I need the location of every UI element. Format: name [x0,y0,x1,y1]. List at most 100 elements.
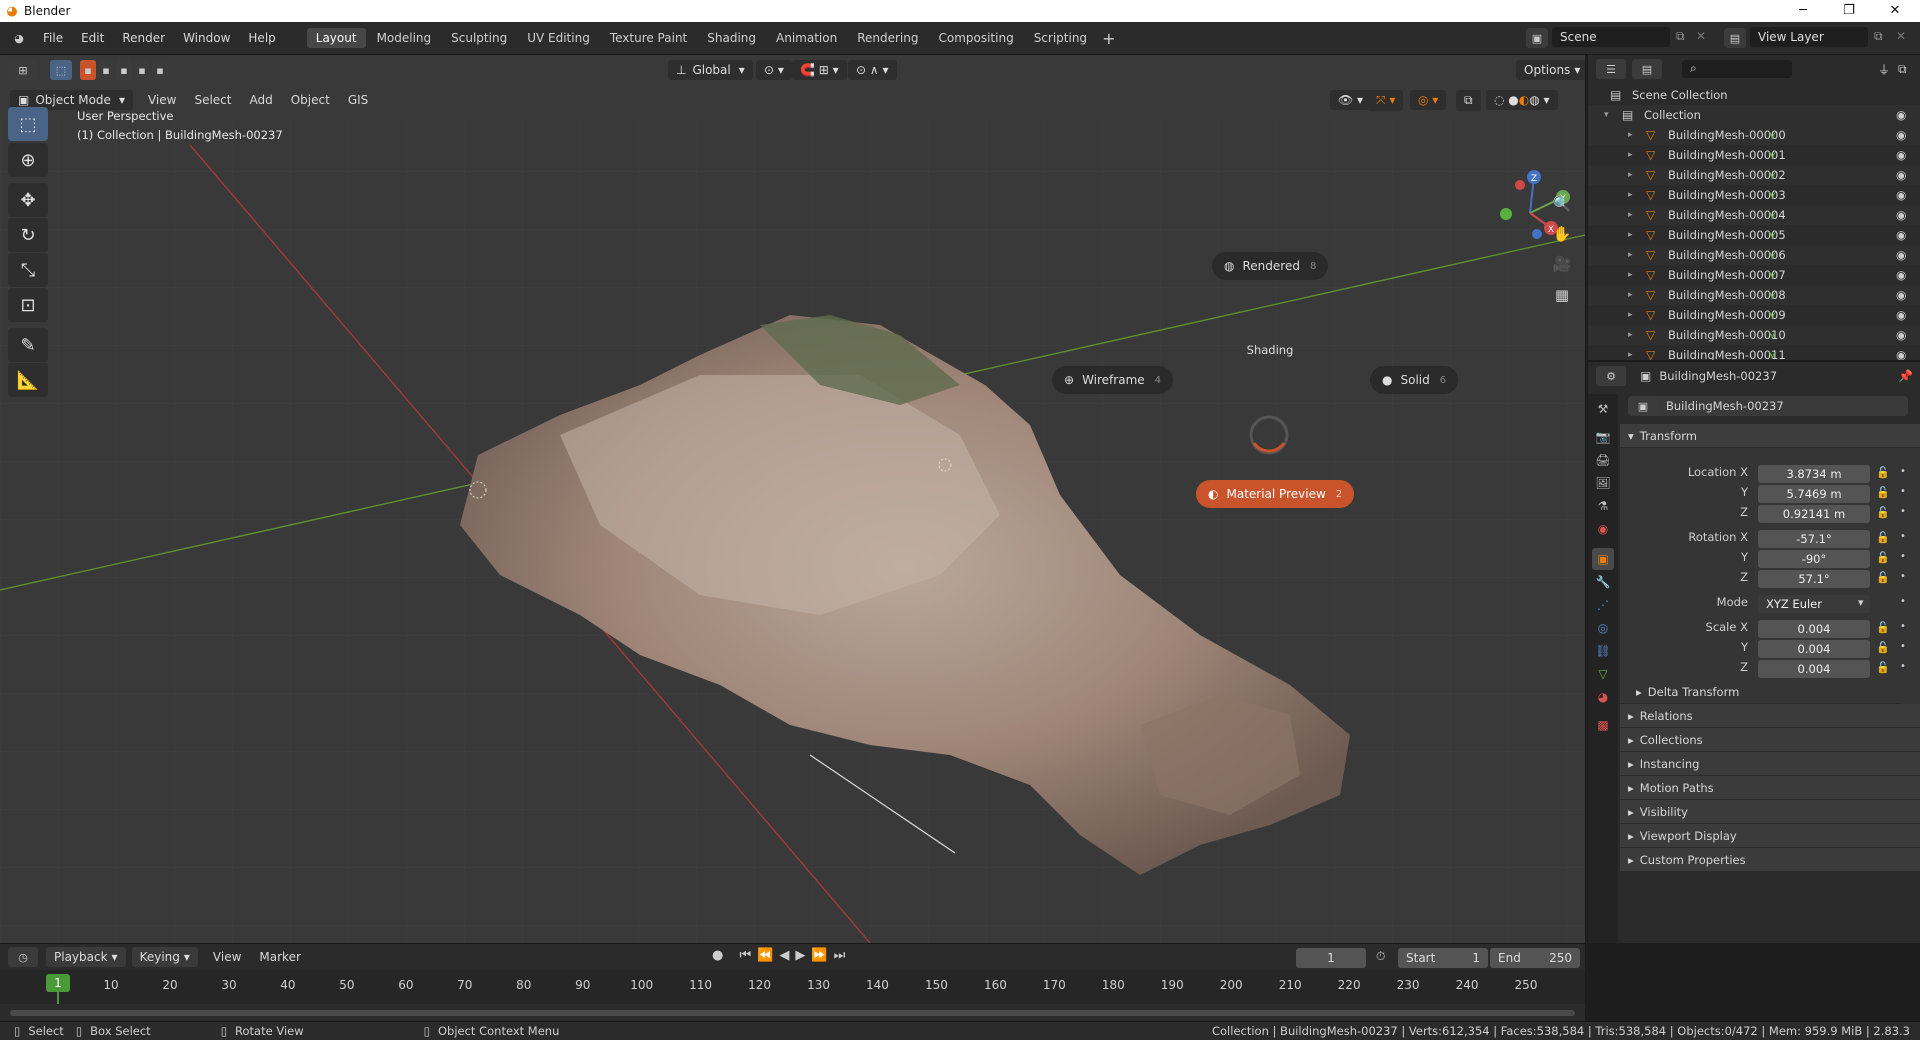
prev-key-icon[interactable]: ⏪ [757,948,779,963]
outliner-row[interactable]: ▸ ▽ BuildingMesh-00005 ◉ ⋎ [1588,225,1920,245]
remove-scene-icon[interactable]: ✕ [1696,29,1706,43]
properties-editor-type-icon[interactable]: ⚙ [1596,366,1626,386]
location-z-field[interactable]: 0.92141 m [1758,505,1870,523]
filter-icon[interactable]: ⏚ [1878,61,1890,78]
record-icon[interactable]: ● [712,948,729,963]
expand-arrow-icon[interactable]: ▸ [1628,290,1640,300]
outliner-row[interactable]: ▸ ▽ BuildingMesh-00009 ◉ ⋎ [1588,305,1920,325]
keyframe-dot-icon[interactable]: • [1900,621,1906,632]
scene-browse-icon[interactable]: ▣ [1526,28,1548,48]
select-tool-icon[interactable]: ⬚ [50,60,72,80]
view-layer-browse-icon[interactable]: ▤ [1724,28,1746,48]
lock-icon[interactable]: 🔓 [1876,486,1890,499]
rotation-z-field[interactable]: 57.1° [1758,570,1870,588]
lock-icon[interactable]: 🔓 [1876,571,1890,584]
visibility-eye-icon[interactable]: ◉ [1896,148,1906,162]
pie-material-preview[interactable]: ◐ Material Preview 2 [1196,480,1355,508]
pie-rendered[interactable]: ◍ Rendered 8 [1212,252,1329,280]
new-view-layer-icon[interactable]: ⧉ [1874,29,1883,44]
outliner-row[interactable]: ▸ ▽ BuildingMesh-00004 ◉ ⋎ [1588,205,1920,225]
viewport-menu-gis[interactable]: GIS [339,93,377,107]
outliner-row[interactable]: ▸ ▽ BuildingMesh-00008 ◉ ⋎ [1588,285,1920,305]
expand-arrow-icon[interactable]: ▸ [1628,130,1640,140]
playhead[interactable]: 1 [46,974,70,992]
tab-modeling[interactable]: Modeling [368,28,441,48]
tab-sculpting[interactable]: Sculpting [442,28,516,48]
move-tool[interactable]: ✥ [8,183,48,217]
tab-scripting[interactable]: Scripting [1025,28,1096,48]
physics-tab-icon[interactable]: ◎ [1592,617,1614,639]
lock-icon[interactable]: 🔓 [1876,621,1890,634]
expand-arrow-icon[interactable]: ▸ [1628,270,1640,280]
jump-end-icon[interactable]: ⏭ [834,948,852,963]
measure-tool[interactable]: 📐 [8,363,48,397]
timeline-scrollbar[interactable] [10,1010,1575,1016]
scene-field[interactable]: Scene [1552,27,1670,47]
texture-tab-icon[interactable]: ▩ [1592,714,1614,736]
transform-tool[interactable]: ⊡ [8,288,48,322]
view-layer-field[interactable]: View Layer [1750,27,1868,47]
remove-view-layer-icon[interactable]: ✕ [1896,29,1906,43]
outliner-row[interactable]: ▸ ▽ BuildingMesh-00001 ◉ ⋎ [1588,145,1920,165]
annotate-tool[interactable]: ✎ [8,328,48,362]
select-new-mode-icon[interactable]: ▪ [80,60,96,80]
material-tab-icon[interactable]: ◕ [1592,686,1614,708]
outliner-row[interactable]: ▸ ▽ BuildingMesh-00002 ◉ ⋎ [1588,165,1920,185]
outliner-row[interactable]: ▸ ▽ BuildingMesh-00007 ◉ ⋎ [1588,265,1920,285]
viewport-menu-add[interactable]: Add [240,93,281,107]
keyframe-dot-icon[interactable]: • [1900,596,1906,607]
menu-window[interactable]: Window [174,31,239,45]
3d-viewport[interactable]: Z Y X ⊞ ⬚ ▪ ▪ ▪ ▪ ▪ ⊥ Global ▾ ⊙ ▾ 🧲 ⊞ ▾ ⊙… [0,55,1585,943]
outliner-search-field[interactable]: ⌕ [1682,60,1792,78]
constraints-tab-icon[interactable]: ⛓ [1592,640,1614,662]
expand-arrow-icon[interactable]: ▸ [1628,150,1640,160]
section-instancing[interactable]: ▸ Instancing [1620,752,1920,776]
select-intersect-mode-icon[interactable]: ▪ [152,60,168,80]
menu-render[interactable]: Render [113,31,174,45]
visibility-eye-icon[interactable]: ◉ [1896,308,1906,322]
select-subtract-mode-icon[interactable]: ▪ [116,60,132,80]
play-icon[interactable]: ▶ [795,948,811,963]
visibility-eye-icon[interactable]: ◉ [1896,168,1906,182]
perspective-toggle-icon[interactable]: ▦ [1548,281,1576,309]
pivot-point-dropdown[interactable]: ⊙ ▾ [756,60,792,80]
visibility-eye-icon[interactable]: ◉ [1896,288,1906,302]
keying-dropdown[interactable]: Keying ▾ [131,947,198,967]
outliner-row[interactable]: ▸ ▽ BuildingMesh-00006 ◉ ⋎ [1588,245,1920,265]
options-dropdown[interactable]: Options ▾ [1516,60,1585,80]
expand-arrow-icon[interactable]: ▾ [1604,110,1616,120]
visibility-eye-icon[interactable]: ◉ [1896,128,1906,142]
viewport-menu-view[interactable]: View [139,93,185,107]
keyframe-dot-icon[interactable]: • [1900,506,1906,517]
pie-wireframe[interactable]: ⊕ Wireframe 4 [1052,366,1174,394]
start-frame-field[interactable]: Start 1 [1398,948,1488,968]
outliner-row[interactable]: ▸ ▽ BuildingMesh-00003 ◉ ⋎ [1588,185,1920,205]
particles-tab-icon[interactable]: ⋰ [1592,594,1614,616]
visibility-dropdown[interactable]: 👁 ▾ [1330,90,1372,110]
tab-animation[interactable]: Animation [767,28,846,48]
rotation-y-field[interactable]: -90° [1758,550,1870,568]
tab-texture-paint[interactable]: Texture Paint [601,28,696,48]
close-button[interactable]: ✕ [1872,0,1918,22]
outliner-row[interactable]: ▾ ▤ Collection ◉ [1588,105,1920,125]
keyframe-dot-icon[interactable]: • [1900,531,1906,542]
transform-orientation-dropdown[interactable]: ⊥ Global ▾ [668,60,753,80]
timeline-view-menu[interactable]: View [204,950,250,964]
rotation-x-field[interactable]: -57.1° [1758,530,1870,548]
camera-view-icon[interactable]: 🎥 [1548,250,1576,278]
proportional-edit-dropdown[interactable]: ⊙ ∧ ▾ [848,60,897,80]
xray-toggle[interactable]: ⧉ [1456,89,1481,111]
blender-menu-icon[interactable]: ◕ [8,28,30,48]
visibility-eye-icon[interactable]: ◉ [1896,228,1906,242]
new-collection-icon[interactable]: ⧉ [1898,62,1907,77]
location-x-field[interactable]: 3.8734 m [1758,465,1870,483]
scale-z-field[interactable]: 0.004 [1758,660,1870,678]
tab-uv-editing[interactable]: UV Editing [518,28,599,48]
keyframe-dot-icon[interactable]: • [1900,661,1906,672]
delta-transform-header[interactable]: ▸ Delta Transform [1620,680,1900,704]
section-custom-properties[interactable]: ▸ Custom Properties [1620,848,1920,872]
pan-hand-icon[interactable]: ✋ [1548,220,1576,248]
mode-field[interactable]: XYZ Euler [1758,595,1870,613]
view-layer-tab-icon[interactable]: 🖼 [1592,472,1614,494]
new-scene-icon[interactable]: ⧉ [1676,29,1685,44]
